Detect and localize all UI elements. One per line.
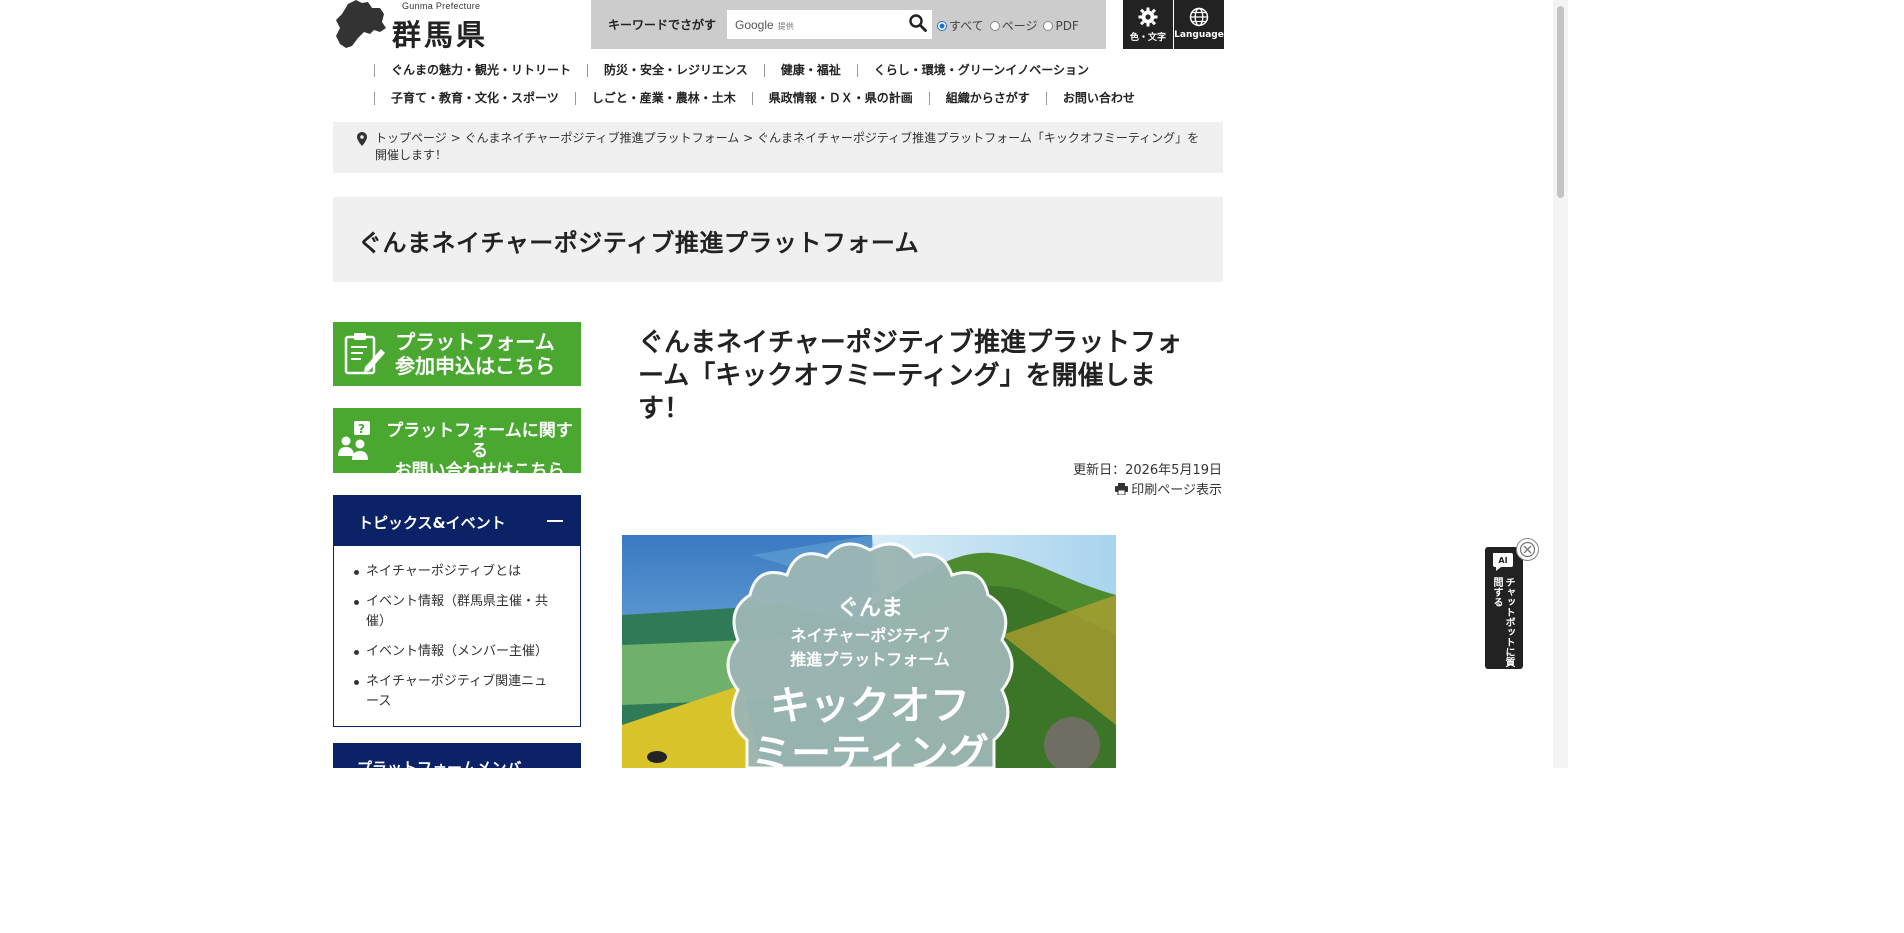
banner-line5: ミーティング (751, 731, 989, 768)
chat-ai-badge: AI (1498, 556, 1507, 565)
topics-item-about[interactable]: ネイチャーポジティブとは (354, 562, 560, 582)
search-label: キーワードでさがす (608, 18, 717, 32)
nav-item-living[interactable]: くらし・環境・グリーンイノベーション (856, 64, 1105, 77)
print-label: 印刷ページ表示 (1131, 483, 1222, 498)
global-nav-row1: ぐんまの魅力・観光・リトリート 防災・安全・レジリエンス 健康・福祉 くらし・環… (374, 64, 1105, 77)
radio-all[interactable]: すべて (937, 17, 984, 34)
chatbot-label: チャットボットに質問する (1491, 577, 1514, 667)
breadcrumb: トップページ > ぐんまネイチャーポジティブ推進プラットフォーム > ぐんまネイ… (333, 122, 1223, 173)
radio-page[interactable]: ページ (989, 17, 1038, 34)
page-scrollbar[interactable] (1553, 0, 1568, 768)
topics-menu: トピックス&イベント ネイチャーポジティブとは イベント情報（群馬県主催・共催）… (333, 495, 581, 727)
bee-icon (647, 751, 667, 763)
global-nav-row2: 子育て・教育・文化・スポーツ しごと・産業・農林・土木 県政情報・ＤＸ・県の計画… (374, 92, 1151, 105)
color-text-label: 色・文字 (1129, 33, 1166, 43)
nav-item-contact[interactable]: お問い合わせ (1045, 92, 1151, 105)
members-title: プラットフォームメンバ (357, 759, 522, 768)
chat-ai-icon: AI (1493, 553, 1513, 571)
nav-item-safety[interactable]: 防災・安全・レジリエンス (587, 64, 764, 77)
banner-line3: 推進プラットフォーム (790, 650, 950, 669)
people-question-icon: ? (338, 421, 370, 460)
contact-line1: プラットフォームに関する (386, 421, 573, 461)
color-text-button[interactable]: 色・文字 (1123, 0, 1173, 49)
contact-button[interactable]: ? プラットフォームに関する お問い合わせはこちら (333, 408, 581, 481)
nav-item-health[interactable]: 健康・福祉 (763, 64, 857, 77)
banner-line1: ぐんま (837, 596, 903, 621)
language-label: Language (1174, 30, 1224, 40)
members-menu-header[interactable]: プラットフォームメンバ (333, 743, 581, 768)
topics-header[interactable]: トピックス&イベント (334, 496, 580, 546)
nav-item-industry[interactable]: しごと・産業・農林・土木 (574, 92, 752, 105)
apply-button[interactable]: プラットフォーム 参加申込はこちら (333, 322, 581, 386)
gunma-map-icon (336, 0, 386, 48)
topics-item-events-pref[interactable]: イベント情報（群馬県主催・共催） (354, 592, 560, 632)
nav-item-organization[interactable]: 組織からさがす (928, 92, 1046, 105)
breadcrumb-home[interactable]: トップページ (375, 131, 447, 145)
banner-line4: キックオフ (770, 683, 970, 729)
close-icon (1519, 541, 1536, 558)
google-sub-label: 提供 (777, 22, 794, 31)
category-header: ぐんまネイチャーポジティブ推進プラットフォーム (333, 197, 1223, 282)
contact-line2: お問い合わせはこちら (394, 461, 565, 481)
radio-page-label: ページ (1001, 19, 1038, 33)
printer-icon (1115, 482, 1129, 495)
globe-icon (1189, 7, 1209, 27)
article-title: ぐんまネイチャーポジティブ推進プラットフォーム「キックオフミーティング」を開催し… (638, 328, 1183, 424)
chatbot-close-button[interactable] (1516, 538, 1539, 561)
updated-date: 更新日：2026年5月19日 (1073, 463, 1222, 478)
google-label: Google (735, 18, 774, 32)
scrollbar-thumb[interactable] (1557, 6, 1564, 198)
nav-item-education[interactable]: 子育て・教育・文化・スポーツ (374, 92, 575, 105)
language-button[interactable]: Language (1174, 0, 1224, 49)
search-icon (909, 14, 927, 32)
search-scope: すべて ページ PDF (937, 17, 1079, 34)
banner-illustration: ぐんま ネイチャーポジティブ 推進プラットフォーム キックオフ ミーティング (622, 535, 1116, 768)
topics-item-events-members[interactable]: イベント情報（メンバー主催） (354, 642, 560, 662)
search-button[interactable] (909, 14, 927, 36)
category-title: ぐんまネイチャーポジティブ推進プラットフォーム (358, 229, 920, 257)
radio-pdf[interactable]: PDF (1043, 18, 1079, 33)
search-area: キーワードでさがす Google 提供 すべて ページ PDF (591, 0, 1106, 49)
chatbot-launcher[interactable]: AI チャットボットに質問する (1485, 547, 1523, 669)
radio-all-label: すべて (949, 19, 984, 33)
apply-line1: プラットフォーム (395, 330, 555, 354)
svg-text:?: ? (358, 422, 365, 436)
breadcrumb-separator: > (743, 131, 754, 145)
topics-title: トピックス&イベント (358, 514, 506, 532)
radio-pdf-label: PDF (1055, 18, 1079, 33)
kickoff-banner-image: ぐんま ネイチャーポジティブ 推進プラットフォーム キックオフ ミーティング (622, 535, 1116, 768)
gear-icon (1138, 7, 1158, 27)
location-pin-icon (357, 132, 367, 146)
search-input[interactable]: Google 提供 (727, 10, 932, 39)
pref-name-jp: 群馬県 (392, 18, 489, 52)
print-link[interactable]: 印刷ページ表示 (1115, 479, 1222, 498)
banner-line2: ネイチャーポジティブ (791, 626, 950, 645)
collapse-icon (547, 520, 563, 522)
site-logo[interactable]: Gunma Prefecture 群馬県 (334, 0, 504, 52)
nav-item-government[interactable]: 県政情報・ＤＸ・県の計画 (751, 92, 929, 105)
topics-item-news[interactable]: ネイチャーポジティブ関連ニュース (354, 672, 560, 712)
breadcrumb-separator: > (450, 131, 461, 145)
clipboard-pen-icon (344, 333, 385, 375)
topics-list: ネイチャーポジティブとは イベント情報（群馬県主催・共催） イベント情報（メンバ… (334, 546, 580, 712)
breadcrumb-category[interactable]: ぐんまネイチャーポジティブ推進プラットフォーム (464, 131, 739, 145)
pref-name-en: Gunma Prefecture (402, 1, 481, 11)
nav-item-tourism[interactable]: ぐんまの魅力・観光・リトリート (374, 64, 587, 77)
apply-line2: 参加申込はこちら (395, 354, 555, 378)
